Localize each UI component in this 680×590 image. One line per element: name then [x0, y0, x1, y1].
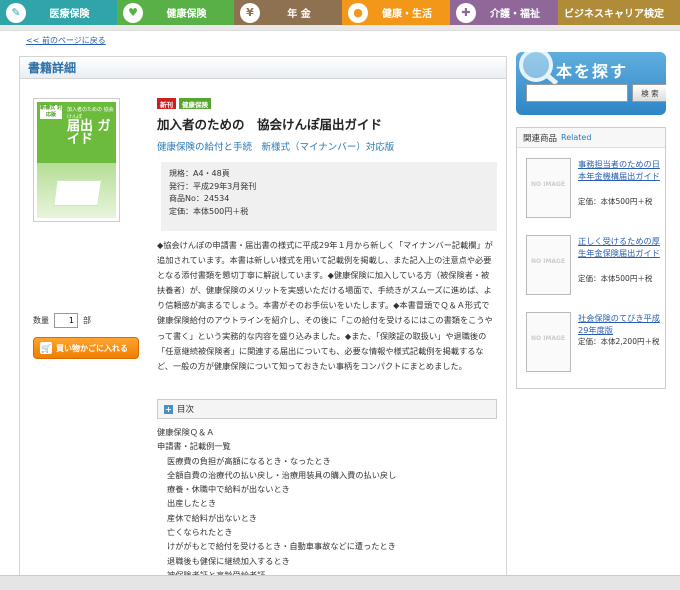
related-item-title[interactable]: 正しく受けるための厚生年金保険届出ガイド [578, 235, 664, 259]
nav-tab-label: 健康保険 [166, 9, 207, 20]
nav-tab-label: 年 金 [287, 9, 311, 20]
related-item-price: 定価：本体2,200円＋税 [578, 337, 660, 346]
book-description: ◆協会けんぽの申請書・届出書の様式に平成29年１月から新しく「マイナンバー記載欄… [157, 240, 493, 371]
nav-tab-label: 健康・生活 [382, 9, 432, 20]
toc-item: 退職後も健保に継続加入するとき [167, 555, 290, 566]
plus-icon: + [164, 404, 173, 414]
spec-published: 発行：平成29年3月発刊 [169, 181, 257, 191]
toc-item: 出産したとき [167, 498, 217, 509]
spec-price: 定価：本体500円＋税 [169, 206, 249, 216]
toc-item: けががもとで給付を受けるとき・自動車事故などに遭ったとき [167, 541, 396, 552]
yen-icon: ¥ [240, 2, 260, 23]
toc-item: 全額自費の治療代の払い戻し・治療用装具の購入費の払い戻し [167, 469, 397, 480]
no-image-label: NO IMAGE [531, 335, 566, 342]
toc-item: 健康保険Ｑ＆Ａ [157, 427, 215, 437]
related-item-price: 定価：本体500円＋税 [578, 197, 653, 206]
no-image-placeholder[interactable]: NO IMAGE [526, 235, 571, 295]
book-cover-image: 新様式 対応版 加入者のための 協会けんぽ 届出 ガイド [33, 98, 120, 222]
no-image-placeholder[interactable]: NO IMAGE [526, 158, 571, 218]
cart-button-label: 買い物かごに入れる [56, 343, 128, 353]
related-products: 関連商品 Related NO IMAGE 事務担当者のための日本年金機構届出ガイ… [516, 127, 666, 389]
nav-tab-label: 介護・福祉 [490, 9, 540, 20]
category-badge: 新刊 [157, 98, 176, 109]
cover-small-title: 加入者のための 協会けんぽ [67, 107, 114, 120]
panel-header: 書籍詳細 [20, 57, 506, 79]
care-icon: ✚ [456, 2, 476, 23]
toc-item: 医療費の負担が高額になるとき・なったとき [167, 455, 331, 466]
no-image-label: NO IMAGE [531, 258, 566, 265]
top-nav: ✎ 医療保険 ♥ 健康保険 ¥ 年 金 ● 健康・生活 ✚ 介護・福祉 ビジネスキャリア検定 [0, 0, 680, 25]
spec-size: 規格：A4・48頁 [169, 169, 230, 178]
toc-item: 申請書・記載例一覧 [157, 441, 231, 452]
toc-toggle[interactable]: + 目次 [157, 399, 497, 419]
toc-item: 亡くなられたとき [167, 527, 233, 538]
quantity-label: 数量 [33, 316, 49, 325]
add-to-cart-button[interactable]: 🛒 買い物かごに入れる [33, 337, 139, 359]
badges: 新刊 健康保険 [157, 98, 211, 109]
related-item-title[interactable]: 事務担当者のための日本年金機構届出ガイド [578, 158, 664, 182]
category-badge: 健康保険 [179, 98, 211, 109]
search-button[interactable]: 検 索 [632, 84, 666, 102]
nav-underline [0, 25, 680, 31]
back-link[interactable]: << 前のページに戻る [26, 35, 106, 46]
cover-big-title: 届出 ガイド [67, 119, 111, 147]
nav-tab-label: ビジネスキャリア検定 [564, 9, 664, 20]
related-heading: 関連商品 [523, 133, 558, 144]
nav-tab-1[interactable]: ♥ 健康保険 [117, 0, 234, 25]
spec-product-no: 商品No：24534 [169, 194, 230, 203]
cover-tag: 新様式 対応版 [40, 105, 62, 119]
toc-heading: 目次 [177, 405, 195, 415]
shield-icon: ✎ [6, 2, 26, 23]
related-item-title[interactable]: 社会保険のてびき平成29年度版 [578, 312, 664, 336]
search-title: 本を探す [556, 62, 629, 81]
book-title: 加入者のための 協会けんぽ届出ガイド [157, 117, 383, 132]
no-image-label: NO IMAGE [531, 181, 566, 188]
quantity-unit: 部 [83, 316, 91, 325]
related-heading-en: Related [561, 133, 592, 142]
book-subtitle: 健康保険の給付と手続 新様式（マイナンバー）対応版 [157, 142, 395, 153]
book-search-box: 本を探す 検 索 [516, 52, 666, 115]
related-header: 関連商品 Related [517, 128, 665, 148]
book-spec: 規格：A4・48頁 発行：平成29年3月発刊 商品No：24534 定価：本体5… [161, 162, 497, 231]
no-image-placeholder[interactable]: NO IMAGE [526, 312, 571, 372]
related-item-price: 定価：本体500円＋税 [578, 274, 653, 283]
search-input[interactable] [526, 84, 628, 102]
footer-bar [0, 575, 680, 590]
panel-title: 書籍詳細 [28, 61, 77, 75]
cart-icon: 🛒 [40, 342, 52, 354]
nav-tab-2[interactable]: ¥ 年 金 [234, 0, 342, 25]
toc-item: 療養・休職中で給料が出ないとき [167, 484, 290, 495]
nav-tab-5[interactable]: ビジネスキャリア検定 [558, 0, 680, 25]
book-detail-panel: 書籍詳細 新様式 対応版 加入者のための 協会けんぽ 届出 ガイド 数量 部 🛒… [19, 56, 507, 590]
quantity-row: 数量 部 [33, 313, 91, 328]
apple-icon: ● [348, 2, 368, 23]
nav-tab-3[interactable]: ● 健康・生活 [342, 0, 450, 25]
toc-item: 産休で給料が出ないとき [167, 512, 258, 523]
toc-list: 健康保険Ｑ＆Ａ 申請書・記載例一覧医療費の負担が高額になるとき・なったとき全額自費… [157, 425, 497, 582]
nav-tab-4[interactable]: ✚ 介護・福祉 [450, 0, 558, 25]
nav-tab-label: 医療保険 [49, 9, 90, 20]
quantity-input[interactable] [54, 313, 78, 328]
heart-icon: ♥ [123, 2, 143, 23]
nav-tab-0[interactable]: ✎ 医療保険 [0, 0, 117, 25]
